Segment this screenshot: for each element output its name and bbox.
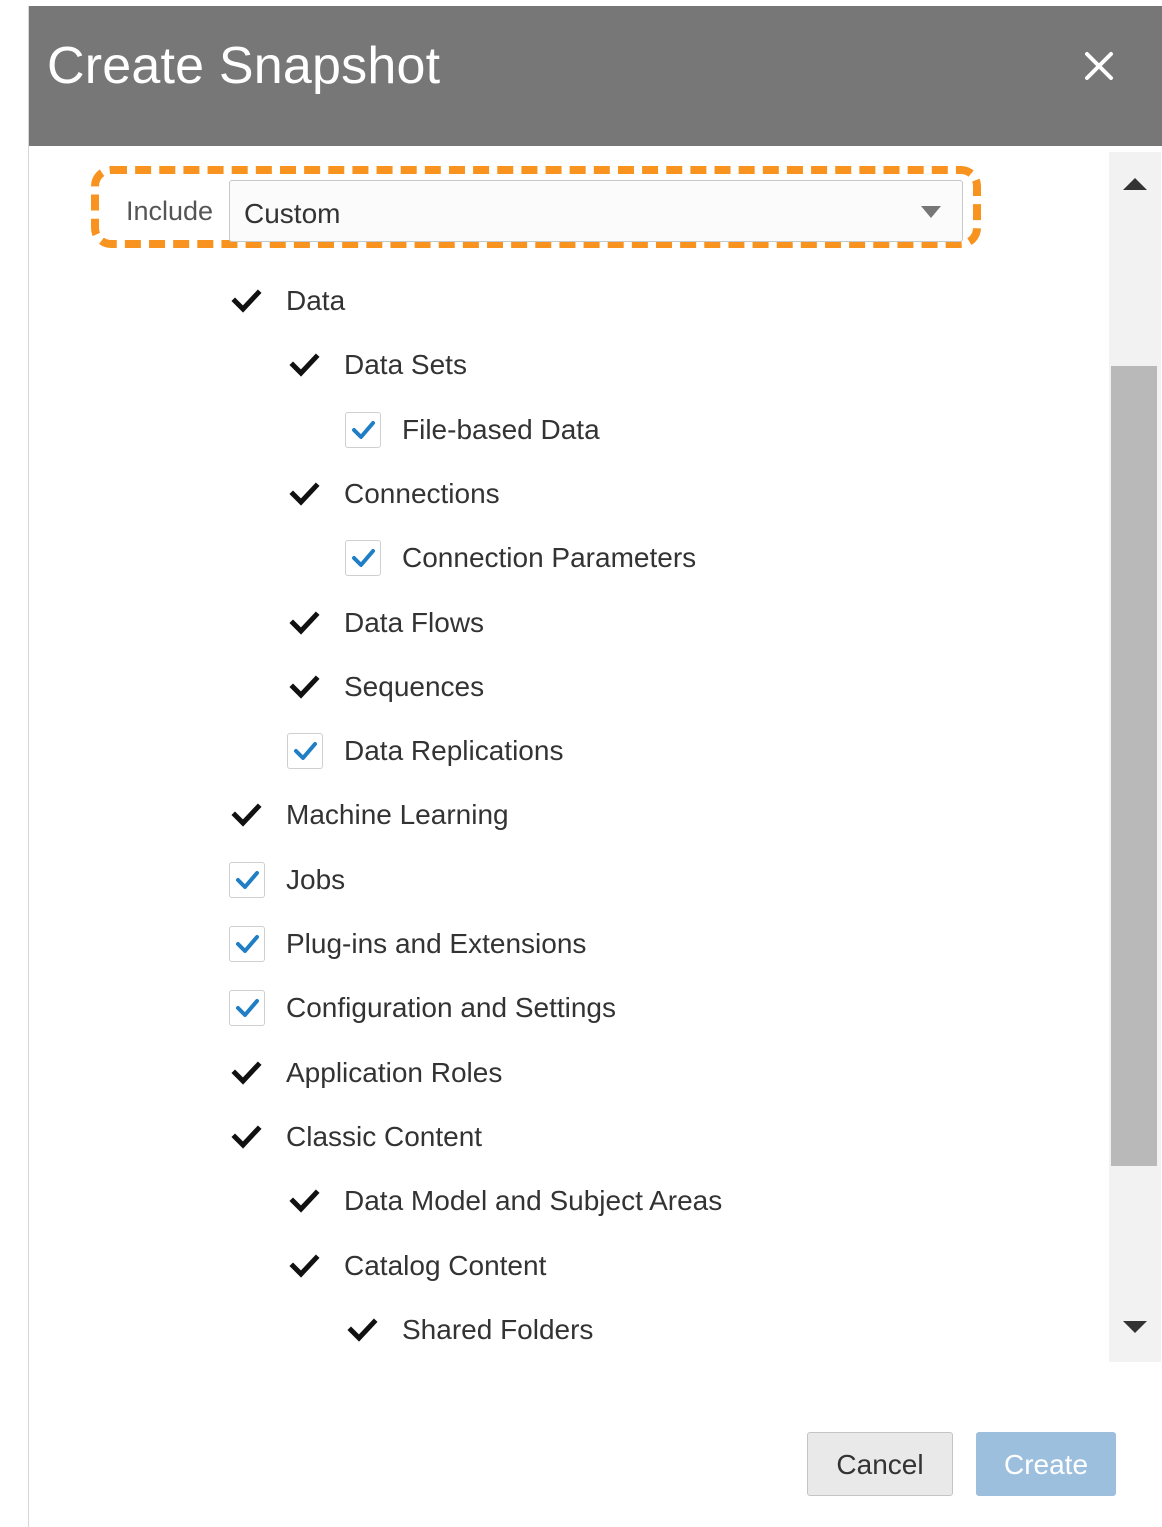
checkmark-icon [229, 1119, 265, 1155]
close-icon[interactable] [1079, 46, 1119, 86]
option-label: Data Sets [344, 349, 467, 381]
checkmark-icon [287, 605, 323, 641]
option-checkbox[interactable] [345, 411, 381, 448]
option-label: Application Roles [286, 1056, 503, 1088]
option-item: Sequences [287, 666, 887, 716]
option-label: File-based Data [402, 413, 600, 445]
option-label: Data Replications [344, 735, 564, 767]
create-snapshot-dialog: Create Snapshot Include Custom Data Data … [28, 6, 1162, 1527]
option-checkbox[interactable] [229, 861, 265, 898]
option-checkbox[interactable] [229, 926, 265, 962]
vertical-scrollbar[interactable] [1109, 152, 1161, 1362]
option-checkbox[interactable] [229, 990, 265, 1027]
checkmark-icon [229, 1055, 265, 1091]
option-label: Jobs [286, 863, 346, 895]
option-item: Connections [287, 473, 887, 523]
option-item: Data [229, 280, 829, 330]
create-button[interactable]: Create [976, 1432, 1116, 1496]
option-item: Data Flows [287, 602, 887, 652]
option-item[interactable]: Data Replications [287, 730, 887, 780]
cancel-button[interactable]: Cancel [807, 1432, 953, 1496]
dialog-header: Create Snapshot [29, 6, 1162, 146]
checkbox-check-icon [236, 870, 259, 889]
option-label: Data Model and Subject Areas [344, 1185, 723, 1217]
option-checkbox[interactable] [345, 540, 381, 577]
option-item: Shared Folders [345, 1309, 945, 1359]
snapshot-options-panel[interactable]: Include Custom Data Data Sets File-based D… [29, 152, 1109, 1362]
checkmark-icon [287, 476, 323, 512]
scrollbar-thumb[interactable] [1111, 366, 1157, 1166]
option-label: Configuration and Settings [286, 992, 616, 1024]
option-label: Shared Folders [402, 1313, 594, 1345]
option-item[interactable]: Jobs [229, 859, 829, 909]
include-selected-value: Custom [244, 198, 341, 229]
option-label: Classic Content [286, 1120, 483, 1152]
option-item[interactable]: File-based Data [345, 409, 945, 459]
option-checkbox[interactable] [287, 733, 323, 770]
option-label: Connections [344, 477, 500, 509]
option-item[interactable]: Configuration and Settings [229, 987, 829, 1037]
checkbox-check-icon [236, 999, 259, 1018]
option-label: Sequences [344, 670, 485, 702]
checkmark-icon [287, 1248, 323, 1284]
option-item[interactable]: Plug-ins and Extensions [229, 923, 829, 973]
checkbox-check-icon [294, 742, 317, 761]
option-item[interactable]: Connection Parameters [345, 537, 945, 587]
dialog-title: Create Snapshot [47, 37, 441, 95]
chevron-down-icon [920, 205, 942, 219]
include-label: Include [126, 196, 214, 226]
checkmark-icon [229, 797, 265, 833]
option-label: Data Flows [344, 606, 485, 638]
option-item: Catalog Content [287, 1245, 887, 1295]
checkmark-icon [287, 669, 323, 705]
option-label: Data [286, 285, 346, 316]
checkbox-check-icon [352, 549, 375, 568]
option-label: Connection Parameters [402, 542, 697, 574]
checkbox-check-icon [236, 935, 259, 953]
option-label: Machine Learning [286, 799, 509, 831]
option-item: Data Model and Subject Areas [287, 1180, 887, 1230]
checkmark-icon [287, 1183, 323, 1219]
checkmark-icon [229, 283, 265, 319]
checkbox-check-icon [352, 420, 375, 439]
option-label: Plug-ins and Extensions [286, 928, 587, 959]
option-item: Machine Learning [229, 794, 829, 844]
checkmark-icon [345, 1312, 381, 1348]
scroll-down-arrow-icon[interactable] [1109, 1307, 1161, 1347]
option-label: Catalog Content [344, 1249, 547, 1281]
include-select[interactable]: Custom [229, 180, 963, 242]
option-item: Application Roles [229, 1052, 829, 1102]
checkmark-icon [287, 347, 323, 383]
option-item: Classic Content [229, 1116, 829, 1166]
scroll-up-arrow-icon[interactable] [1109, 162, 1161, 202]
option-item: Data Sets [287, 344, 887, 394]
